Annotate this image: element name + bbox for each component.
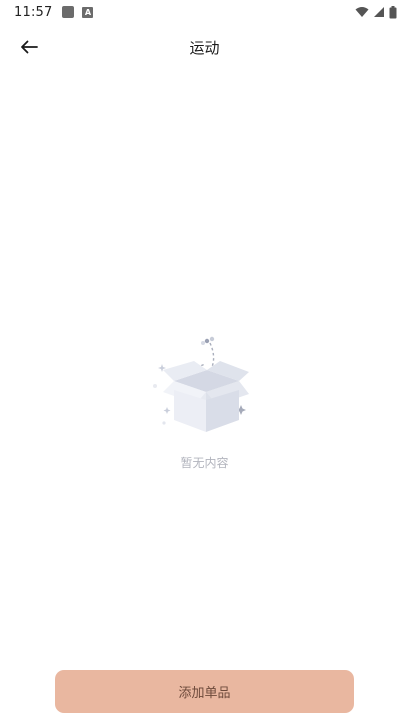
- status-time: 11:57: [14, 4, 53, 20]
- empty-message: 暂无内容: [180, 456, 229, 470]
- page-title: 运动: [189, 39, 220, 57]
- open-box-icon: [152, 336, 249, 432]
- empty-state: 暂无内容: [0, 334, 409, 471]
- wifi-icon: [355, 7, 369, 17]
- signal-icon: [374, 7, 384, 17]
- add-item-button[interactable]: 添加单品: [55, 670, 354, 713]
- screen: 11:57 A 运动 暂无内容 添加单品: [0, 0, 409, 728]
- app-bar: 运动: [0, 24, 409, 70]
- status-bar: 11:57 A: [0, 0, 409, 24]
- status-right-icons: [355, 5, 397, 19]
- a-box-icon: A: [82, 6, 94, 18]
- battery-icon: [389, 5, 397, 18]
- notification-square-icon: [62, 6, 75, 18]
- status-left-icons: A: [62, 6, 94, 18]
